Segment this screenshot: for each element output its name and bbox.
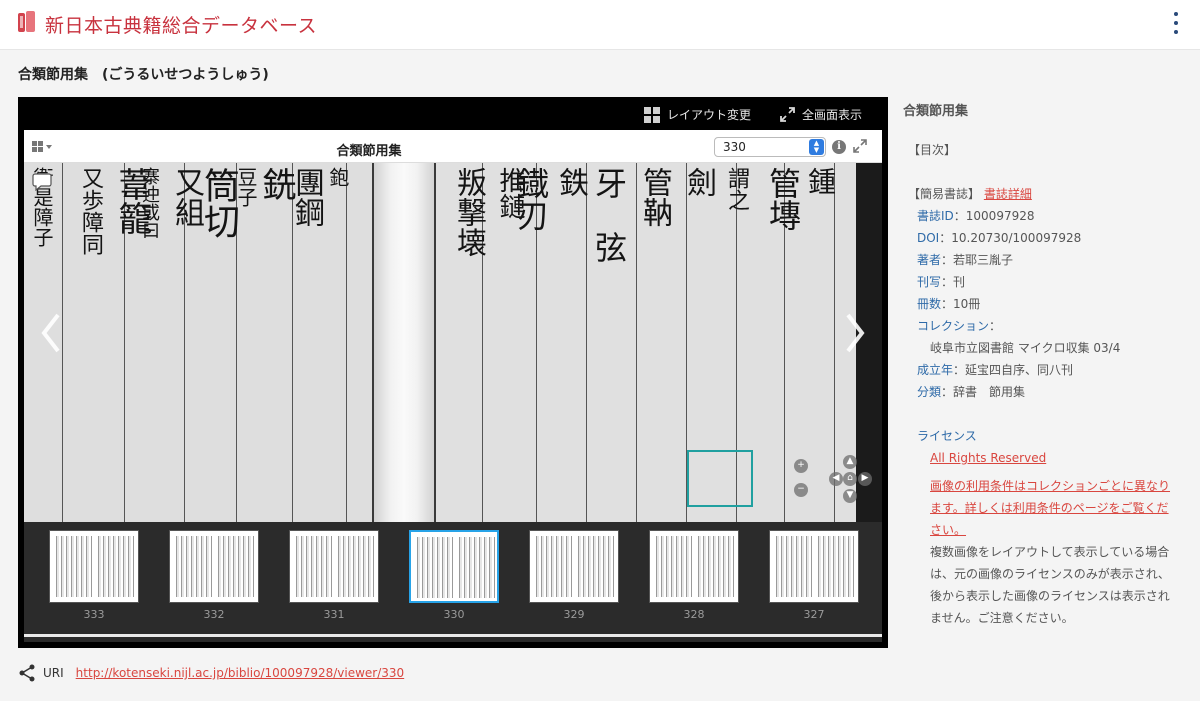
bib-detail-link[interactable]: 書誌詳細 <box>984 187 1032 201</box>
fullscreen-icon <box>780 107 795 122</box>
collection-value: 岐阜市立図書館 マイクロ収集 03/4 <box>930 341 1121 355</box>
scan-right-page: 叛撃壊 推鏈 鐡刃 鉄 牙 弦 管靹 劍 謂之 管塼 鍾 <box>436 163 856 522</box>
thumbnail-number: 328 <box>683 608 705 621</box>
viewer-title: 合類節用集 <box>336 144 402 159</box>
field-classification: 分類：辞書 節用集 <box>917 384 1025 400</box>
thumbnail-number: 330 <box>443 608 465 621</box>
thumbnail-number: 333 <box>83 608 105 621</box>
pan-left-icon[interactable]: ◀ <box>829 472 843 486</box>
field-value: ：刊 <box>941 275 966 289</box>
thumbnail-page[interactable] <box>529 530 619 603</box>
thumbnail-scrollbar[interactable] <box>24 634 882 637</box>
page-select-value: 330 <box>723 140 746 154</box>
thumbnail-number: 329 <box>563 608 585 621</box>
bib-label: 【簡易書誌】 <box>908 187 981 201</box>
license-link[interactable]: All Rights Reserved <box>930 451 1046 465</box>
field-year: 成立年：延宝四自序、同八刊 <box>917 362 1073 378</box>
field-volumes: 冊数：10冊 <box>917 296 980 312</box>
field-value: ：延宝四自序、同八刊 <box>953 363 1074 377</box>
thumbnail-strip: 333 332 331 330 329 328 327 <box>24 522 882 642</box>
field-label: DOI <box>917 231 940 245</box>
field-value: ：辞書 節用集 <box>941 385 1026 399</box>
fullscreen-label: 全画面表示 <box>802 108 863 122</box>
top-bar: 新日本古典籍総合データベース <box>0 0 1200 50</box>
uri-row: URI http://kotenseki.nijl.ac.jp/biblio/1… <box>18 664 404 682</box>
zoom-in-icon[interactable]: + <box>794 459 808 473</box>
layout-note-line: 後から表示した画像のライセンスは表示され <box>930 589 1170 603</box>
thumbnail-page[interactable] <box>49 530 139 603</box>
pan-down-icon[interactable]: ▼ <box>843 489 857 503</box>
scan-gutter <box>372 163 436 522</box>
license-notice-line[interactable]: ます。詳しくは利用条件のページをご覧くだ <box>930 497 1173 519</box>
info-icon[interactable]: i <box>832 140 846 154</box>
thumbnail-page[interactable] <box>409 530 499 603</box>
thumbnail-page[interactable] <box>769 530 859 603</box>
layout-grid-icon <box>644 106 660 123</box>
viewer-panel: 合類節用集 330 ▲ ▼ i 衛是障子 又歩障同 葦籠 寨迚或曰 又組 筒切 … <box>24 130 882 642</box>
field-value: ： <box>989 319 1002 333</box>
field-author: 著者：若耶三胤子 <box>917 252 1013 268</box>
pan-up-icon[interactable]: ▲ <box>843 455 857 469</box>
field-label: 成立年 <box>917 363 954 377</box>
sidebar-title: 合類節用集 <box>903 104 969 119</box>
expand-icon[interactable] <box>853 139 867 153</box>
field-label: 著者 <box>917 253 942 267</box>
page-scan-image[interactable]: 衛是障子 又歩障同 葦籠 寨迚或曰 又組 筒切 豆子 銑 團鋼 鉋 叛撃壊 推鏈… <box>24 163 882 522</box>
selection-highlight[interactable] <box>687 450 753 507</box>
page-title: 合類節用集 (ごうるいせつようしゅう) <box>18 67 269 83</box>
field-value: ：若耶三胤子 <box>941 253 1014 267</box>
home-icon[interactable]: ⌂ <box>843 472 857 486</box>
layout-note-line: ません。ご注意ください。 <box>930 611 1074 625</box>
fullscreen-button[interactable]: 全画面表示 <box>780 106 862 123</box>
field-label: 書誌ID <box>917 209 954 223</box>
pan-right-icon[interactable]: ▶ <box>858 472 872 486</box>
viewer-toolbar: レイアウト変更 全画面表示 <box>18 97 888 130</box>
field-label: 刊写 <box>917 275 942 289</box>
field-label: 冊数 <box>917 297 942 311</box>
viewer-panel-header: 合類節用集 330 ▲ ▼ i <box>24 130 882 163</box>
field-publication: 刊写：刊 <box>917 274 965 290</box>
more-menu-icon[interactable] <box>1172 12 1180 34</box>
thumbnail-number: 332 <box>203 608 225 621</box>
scan-left-page: 衛是障子 又歩障同 葦籠 寨迚或曰 又組 筒切 豆子 銑 團鋼 鉋 <box>24 163 372 522</box>
uri-label: URI <box>43 666 64 680</box>
field-biblio-id: 書誌ID：100097928 <box>917 208 1035 224</box>
license-notice-line[interactable]: さい。 <box>930 519 1173 541</box>
license-label: ライセンス <box>917 429 977 443</box>
toc-label[interactable]: 【目次】 <box>908 142 956 158</box>
thumbnail-page[interactable] <box>169 530 259 603</box>
page-select[interactable]: 330 ▲ ▼ <box>714 137 826 157</box>
layout-note-line: 複数画像をレイアウトして表示している場合 <box>930 545 1170 559</box>
license-link-row: All Rights Reserved <box>930 450 1046 466</box>
app-title[interactable]: 新日本古典籍総合データベース <box>45 11 317 38</box>
license-notice-line[interactable]: 画像の利用条件はコレクションごとに異なり <box>930 475 1173 497</box>
license-notice[interactable]: 画像の利用条件はコレクションごとに異なり ます。詳しくは利用条件のページをご覧く… <box>930 475 1173 541</box>
bib-row: 【簡易書誌】 書誌詳細 <box>908 186 1032 202</box>
select-arrows-icon: ▲ ▼ <box>809 139 824 155</box>
thumbnail-number: 331 <box>323 608 345 621</box>
field-label: コレクション <box>917 319 990 333</box>
zoom-out-icon[interactable]: − <box>794 483 808 497</box>
field-collection: コレクション： <box>917 318 1001 334</box>
field-value: ：10.20730/100097928 <box>939 231 1082 245</box>
image-viewer: レイアウト変更 全画面表示 合類節用集 330 ▲ ▼ i 衛是障子 又歩障同 … <box>18 97 888 648</box>
layout-change-button[interactable]: レイアウト変更 <box>644 106 751 123</box>
comment-icon[interactable] <box>32 173 52 191</box>
share-icon[interactable] <box>18 664 36 682</box>
thumbnail-number: 327 <box>803 608 825 621</box>
next-page-icon[interactable] <box>844 313 866 353</box>
layout-change-label: レイアウト変更 <box>667 108 752 122</box>
field-value: ：10冊 <box>941 297 981 311</box>
field-label: 分類 <box>917 385 942 399</box>
book-logo-icon[interactable] <box>17 10 37 34</box>
layout-note: 複数画像をレイアウトして表示している場合 は、元の画像のライセンスのみが表示され… <box>930 541 1173 629</box>
thumbnail-page[interactable] <box>649 530 739 603</box>
uri-link[interactable]: http://kotenseki.nijl.ac.jp/biblio/10009… <box>76 666 405 680</box>
layout-note-line: は、元の画像のライセンスのみが表示され、 <box>930 567 1170 581</box>
previous-page-icon[interactable] <box>40 313 62 353</box>
field-doi: DOI：10.20730/100097928 <box>917 230 1081 246</box>
field-value: ：100097928 <box>953 209 1035 223</box>
thumbnail-page[interactable] <box>289 530 379 603</box>
